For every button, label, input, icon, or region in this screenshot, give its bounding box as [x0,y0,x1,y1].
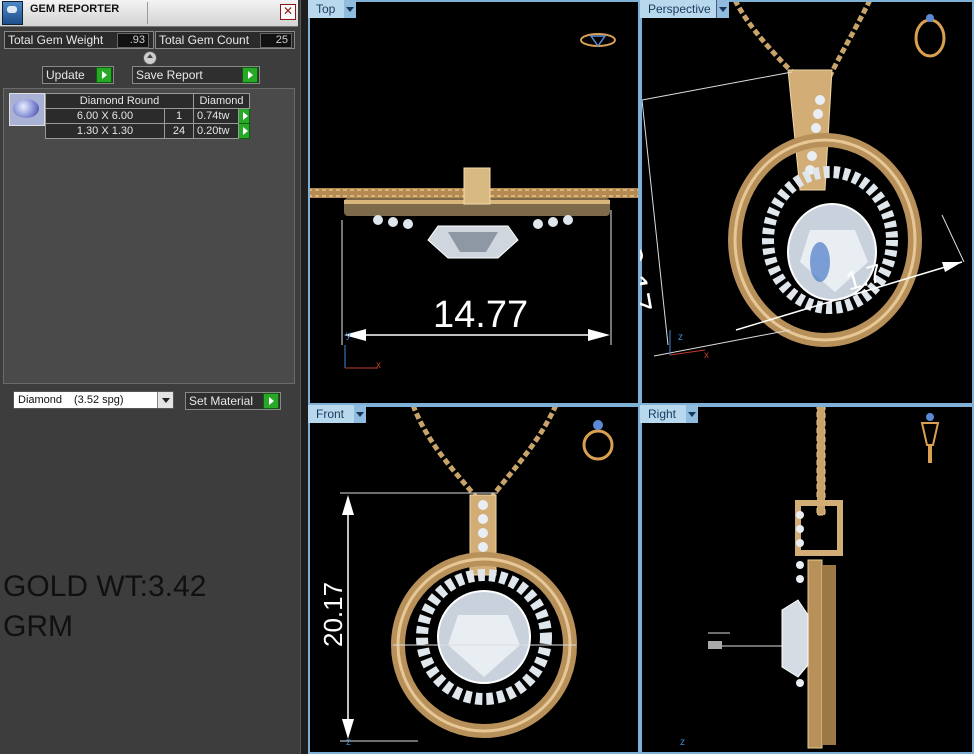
update-button[interactable]: Update [42,66,114,84]
viewport-perspective[interactable]: Perspective 20.17 1.7 z x [640,0,974,405]
viewport-right-tab[interactable]: Right [640,405,687,423]
table-row[interactable]: 1.30 X 1.30 24 0.20tw [45,123,250,139]
panel-title: GEM REPORTER [30,3,120,15]
dropdown-arrow-icon[interactable] [344,0,356,18]
gold-weight-note: GOLD WT:3.42 GRM [3,570,207,643]
axis-x-label: x [704,350,709,361]
total-gem-weight-box: Total Gem Weight .93 [4,31,154,49]
material-name: Diamond [18,394,63,406]
material-spg: (3.52 spg) [74,394,124,406]
play-arrow-icon[interactable] [238,108,250,124]
front-dimension-label: 20.17 [318,581,348,647]
total-gem-count-label: Total Gem Count [159,33,250,47]
ring-orientation-icon [918,413,942,467]
total-gem-weight-label: Total Gem Weight [8,33,104,47]
play-arrow-icon[interactable] [238,123,250,139]
collapse-arrow-icon[interactable] [143,51,157,65]
dropdown-arrow-icon[interactable] [717,0,729,18]
title-separator [147,2,148,24]
viewport-top[interactable]: Top 14.77 y x [308,0,640,405]
viewport-front-tab[interactable]: Front [308,405,355,423]
material-select[interactable]: Diamond (3.52 spg) [13,391,174,409]
gem-size: 1.30 X 1.30 [45,123,165,139]
round-diamond-thumbnail[interactable] [9,93,45,126]
axis-x-label: x [376,360,381,371]
viewport-perspective-tab[interactable]: Perspective [640,0,717,18]
viewport-right[interactable]: Right z [640,405,974,754]
axis-z-label: z [678,332,683,343]
viewport-border [308,0,640,405]
viewport-top-tab[interactable]: Top [308,0,345,18]
total-gem-weight-value: .93 [117,33,149,48]
table-row[interactable]: 6.00 X 6.00 1 0.74tw [45,108,250,124]
save-report-button[interactable]: Save Report [132,66,260,84]
dropdown-arrow-icon[interactable] [354,405,366,423]
total-gem-count-box: Total Gem Count 25 [155,31,295,49]
dropdown-arrow-icon[interactable] [686,405,698,423]
close-icon[interactable]: ✕ [280,4,296,20]
play-arrow-icon [96,67,112,83]
dropdown-arrow-icon[interactable] [157,392,173,408]
table-header-row: Diamond Round Diamond [45,93,250,109]
viewport-border [640,0,974,405]
save-report-label: Save Report [136,68,203,82]
set-material-button[interactable]: Set Material [185,392,281,410]
ring-orientation-icon [912,14,948,60]
table-header-shape: Diamond Round [45,93,194,109]
gem-count: 1 [164,108,194,124]
gem-table: Diamond Round Diamond 6.00 X 6.00 1 0.74… [45,93,250,139]
set-material-label: Set Material [189,394,254,408]
title-bar: GEM REPORTER ✕ [0,0,298,27]
table-header-material: Diamond [193,93,250,109]
top-dimension-label: 14.77 [433,294,529,336]
axis-z-label: z [680,737,685,748]
gem-count: 24 [164,123,194,139]
gem-reporter-app-icon [2,1,23,25]
ring-orientation-icon [582,419,616,461]
update-label: Update [46,68,85,82]
viewport-front[interactable]: Front 20.17 z [308,405,640,754]
gem-weight: 0.20tw [193,123,239,139]
ring-orientation-icon [579,29,619,51]
play-arrow-icon [242,67,258,83]
gem-size: 6.00 X 6.00 [45,108,165,124]
axis-y-label: y [346,330,351,341]
axis-z-label: z [346,737,351,748]
play-arrow-icon [263,393,279,409]
gem-weight: 0.74tw [193,108,239,124]
gem-reporter-panel: GEM REPORTER ✕ Total Gem Weight .93 Tota… [0,0,300,754]
total-gem-count-value: 25 [260,33,292,48]
